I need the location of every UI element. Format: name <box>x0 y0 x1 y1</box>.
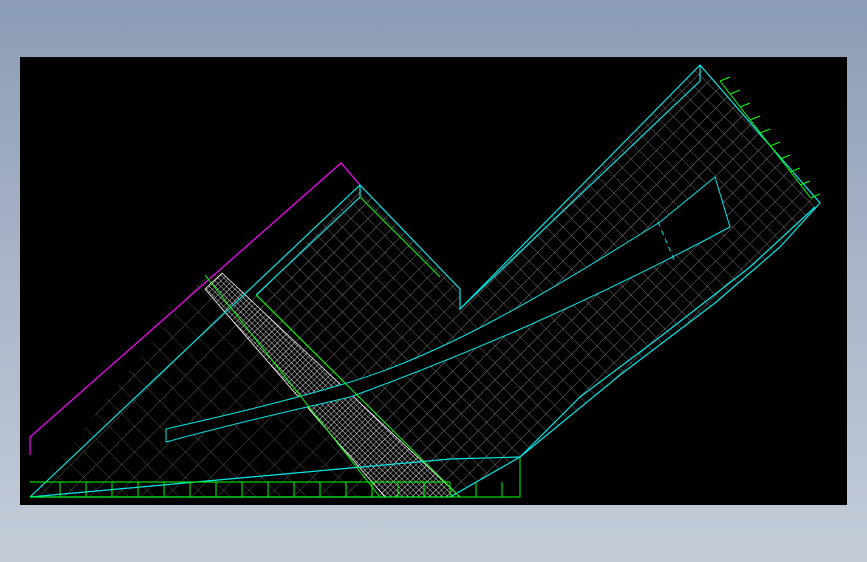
boundary-layer-tick <box>759 128 771 134</box>
boundary-layer-tick <box>769 141 781 147</box>
boundary-layer-tick <box>749 115 761 121</box>
graphics-viewport[interactable] <box>20 57 847 505</box>
boundary-layer-tick <box>739 102 751 108</box>
boundary-layer-tick <box>779 154 791 160</box>
boundary-layer-tick <box>719 76 731 82</box>
boundary-layer-tick <box>729 89 741 95</box>
mesh-drawing <box>29 64 821 498</box>
